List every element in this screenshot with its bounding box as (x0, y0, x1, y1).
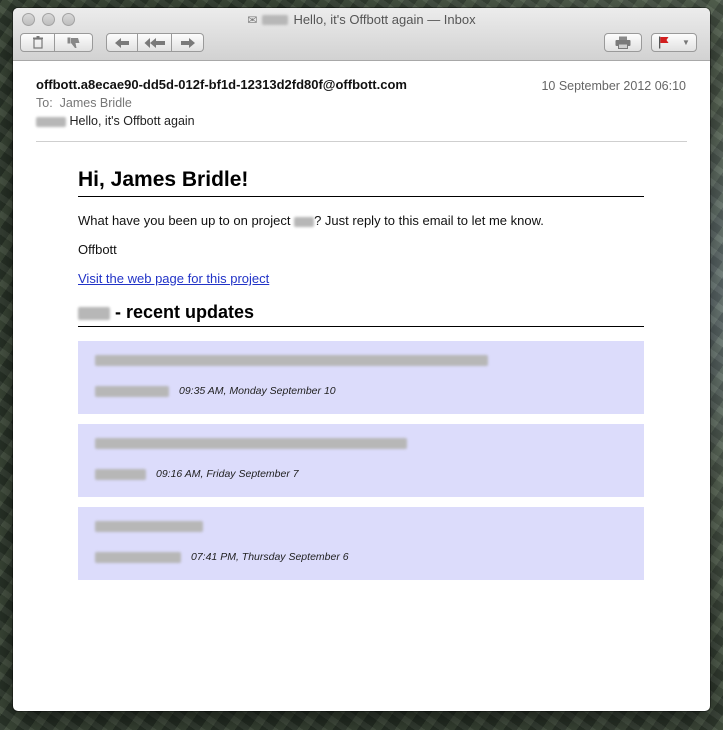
redacted-update-text (95, 521, 203, 532)
printer-icon (615, 36, 631, 49)
update-time: 09:35 AM, Monday September 10 (179, 385, 336, 397)
flag-icon (659, 36, 669, 49)
redacted-project-name (78, 306, 110, 320)
delete-junk-group (20, 33, 93, 53)
envelope-icon: ✉ (247, 12, 258, 27)
update-meta: 09:16 AM, Friday September 7 (95, 468, 299, 480)
update-meta: 07:41 PM, Thursday September 6 (95, 551, 349, 563)
updates-heading: - recent updates (78, 302, 644, 327)
flag-group: ▼ (651, 33, 697, 53)
header-divider (36, 141, 687, 142)
forward-button[interactable] (172, 33, 204, 52)
print-group (604, 33, 642, 53)
trash-icon (32, 36, 43, 49)
chevron-down-icon: ▼ (682, 38, 690, 47)
redacted-text (262, 14, 289, 25)
junk-button[interactable] (55, 33, 93, 52)
subject-text: Hello, it's Offbott again (69, 114, 195, 128)
update-item: 09:35 AM, Monday September 10 (78, 341, 644, 414)
update-time: 09:16 AM, Friday September 7 (156, 468, 299, 480)
signature: Offbott (78, 242, 117, 257)
window-title: ✉ Hello, it's Offbott again — Inbox (247, 12, 476, 27)
question-paragraph: What have you been up to on project ? Ju… (78, 213, 544, 228)
redacted-author (95, 385, 169, 397)
to-label: To: (36, 96, 53, 110)
redacted-author (95, 551, 181, 563)
redacted-update-text (95, 355, 488, 366)
project-web-page-link[interactable]: Visit the web page for this project (78, 271, 269, 286)
title-bar: ✉ Hello, it's Offbott again — Inbox ▼ (13, 8, 710, 61)
update-time: 07:41 PM, Thursday September 6 (191, 551, 349, 563)
flag-button[interactable]: ▼ (651, 33, 697, 52)
mail-window: ✉ Hello, it's Offbott again — Inbox ▼ of… (13, 8, 710, 711)
reply-button[interactable] (106, 33, 138, 52)
updates-list: 09:35 AM, Monday September 10 09:16 AM, … (78, 341, 644, 580)
thumbs-down-icon (67, 37, 79, 48)
greeting-heading: Hi, James Bridle! (78, 168, 644, 197)
forward-icon (180, 37, 195, 48)
message-body: Hi, James Bridle! What have you been up … (78, 168, 644, 590)
update-item: 09:16 AM, Friday September 7 (78, 424, 644, 497)
reply-all-button[interactable] (138, 33, 172, 52)
recipient-line: To: James Bridle (36, 96, 687, 110)
update-item: 07:41 PM, Thursday September 6 (78, 507, 644, 580)
message-header: offbott.a8ecae90-dd5d-012f-bf1d-12313d2f… (36, 77, 687, 128)
update-meta: 09:35 AM, Monday September 10 (95, 385, 336, 397)
recipient-name[interactable]: James Bridle (60, 96, 132, 110)
reply-all-icon (144, 37, 165, 48)
redacted-update-text (95, 438, 407, 449)
reply-icon (115, 37, 129, 48)
redacted-project-name (294, 216, 315, 227)
print-button[interactable] (604, 33, 642, 52)
delete-button[interactable] (20, 33, 55, 52)
message-date: 10 September 2012 06:10 (541, 79, 686, 93)
reply-group (106, 33, 204, 53)
redacted-author (95, 468, 146, 480)
redacted-text (36, 116, 66, 127)
subject-line: Hello, it's Offbott again (36, 114, 687, 128)
